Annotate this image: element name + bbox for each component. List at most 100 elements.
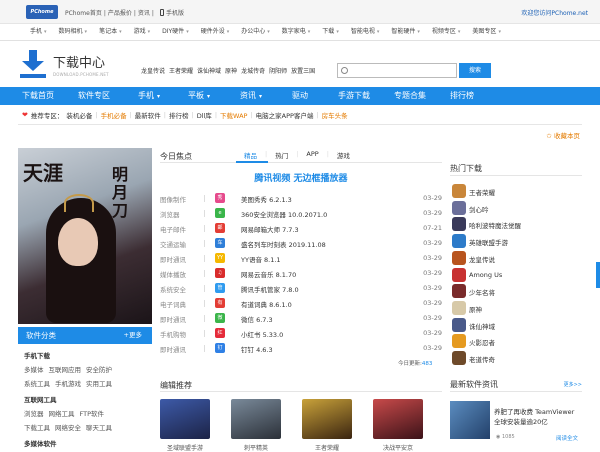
hot-download-item[interactable]: 哈利波特魔法觉醒 — [452, 216, 582, 233]
hot-download-name[interactable]: 龙皇传说 — [469, 254, 495, 264]
category-link[interactable]: 聊天工具 — [86, 424, 112, 432]
hot-keyword[interactable]: 诛仙神域 — [197, 68, 221, 75]
game-thumbnail[interactable] — [373, 399, 423, 439]
search-input[interactable] — [351, 65, 455, 76]
hot-download-name[interactable]: 王者荣耀 — [469, 187, 495, 197]
list-item-name[interactable]: 美图秀秀 6.2.1.3 — [241, 194, 292, 204]
category-item[interactable]: 下载 ▾ — [316, 24, 345, 40]
list-item-name[interactable]: 小红书 5.33.0 — [241, 329, 283, 339]
list-item-category[interactable]: 即时通讯 — [160, 254, 186, 264]
focus-headline[interactable]: 腾讯视频 无边框播放器 — [160, 171, 442, 184]
news-thumbnail[interactable] — [450, 401, 490, 439]
list-item-name[interactable]: 腾讯手机管家 7.8.0 — [241, 284, 299, 294]
category-link[interactable]: 网络安全 — [55, 424, 81, 432]
category-item[interactable]: 办公中心 ▾ — [235, 24, 276, 40]
category-item[interactable]: 游戏 ▾ — [128, 24, 157, 40]
list-item[interactable]: 即时通讯 YY YY语音 8.1.1 03-29 — [160, 251, 442, 265]
list-item-name[interactable]: 有道词典 8.6.1.0 — [241, 299, 292, 309]
main-nav-item[interactable]: 手游下载 — [338, 87, 394, 105]
category-item[interactable]: 硬件外设 ▾ — [195, 24, 236, 40]
main-nav-item[interactable]: 下载首页 — [22, 87, 78, 105]
hot-download-name[interactable]: 英雄联盟手游 — [469, 237, 508, 247]
list-item[interactable]: 即时通讯 微 微信 6.7.3 03-29 — [160, 311, 442, 325]
list-item[interactable]: 系统安全 管 腾讯手机管家 7.8.0 03-29 — [160, 281, 442, 295]
category-link[interactable]: 实用工具 — [86, 380, 112, 388]
list-item[interactable]: 图像制作 秀 美图秀秀 6.2.1.3 03-29 — [160, 191, 442, 205]
category-group-title[interactable]: 手机下载 — [24, 350, 152, 360]
category-group-title[interactable]: 互联网工具 — [24, 394, 152, 404]
tab[interactable]: APP — [298, 150, 326, 160]
list-item-category[interactable]: 电子邮件 — [160, 224, 186, 234]
list-item[interactable]: 电子邮件 邮 网易邮箱大师 7.7.3 07-21 — [160, 221, 442, 235]
side-float-tab[interactable] — [596, 262, 600, 288]
recommend-item[interactable]: 房车头条 — [322, 110, 348, 120]
game-thumbnail[interactable] — [302, 399, 352, 439]
hot-download-item[interactable]: 龙皇传说 — [452, 250, 582, 267]
list-item[interactable]: 媒体播放 ♫ 网易云音乐 8.1.70 03-29 — [160, 266, 442, 280]
hot-keyword[interactable]: 龙皇传说 — [141, 68, 165, 75]
list-item[interactable]: 电子词典 有 有道词典 8.6.1.0 03-29 — [160, 296, 442, 310]
game-name[interactable]: 刺平精英 — [231, 443, 281, 452]
search-button[interactable]: 搜索 — [459, 63, 491, 78]
category-item[interactable]: 智能电视 ▾ — [345, 24, 386, 40]
hot-download-item[interactable]: 王者荣耀 — [452, 183, 582, 200]
recommend-item[interactable]: Dll库 — [197, 110, 212, 120]
top-link[interactable]: 产品报价 — [108, 10, 132, 17]
news-headline[interactable]: 养肥了再收费 TeamViewer全球安装量逾20亿 — [494, 407, 580, 427]
hot-download-item[interactable]: Among Us — [452, 267, 582, 284]
list-item-category[interactable]: 即时通讯 — [160, 314, 186, 324]
tab[interactable]: 热门 — [267, 150, 296, 160]
hot-download-name[interactable]: 少年名将 — [469, 287, 495, 297]
hot-download-name[interactable]: 老道传奇 — [469, 354, 495, 364]
list-item-name[interactable]: 微信 6.7.3 — [241, 314, 273, 324]
list-item-name[interactable]: 盛名列车时刻表 2019.11.08 — [241, 239, 326, 249]
game-thumbnail[interactable] — [231, 399, 281, 439]
hot-download-name[interactable]: 剑心吟 — [469, 204, 489, 214]
top-link[interactable]: 资讯 — [138, 10, 150, 17]
list-item-category[interactable]: 即时通讯 — [160, 344, 186, 354]
category-link[interactable]: FTP软件 — [80, 410, 105, 418]
hero-banner[interactable]: 天涯 明月刀 — [18, 148, 152, 324]
recommend-item[interactable]: 排行榜 — [169, 110, 189, 120]
main-nav-item[interactable]: 排行榜 — [450, 87, 494, 105]
hot-keyword[interactable]: 王者荣耀 — [169, 68, 193, 75]
list-item[interactable]: 浏览器 e 360安全浏览器 10.0.2071.0 03-29 — [160, 206, 442, 220]
hot-keyword[interactable]: 放置三国 — [291, 68, 315, 75]
list-item-category[interactable]: 电子词典 — [160, 299, 186, 309]
list-item-name[interactable]: 钉钉 4.6.3 — [241, 344, 273, 354]
main-nav-item[interactable]: 软件专区 — [78, 87, 138, 105]
main-nav-item[interactable]: 手机 ▾ — [138, 87, 188, 105]
list-item[interactable]: 手机购物 红 小红书 5.33.0 03-29 — [160, 326, 442, 340]
hot-keyword[interactable]: 原神 — [225, 68, 237, 75]
recommend-item[interactable]: 最新软件 — [135, 110, 161, 120]
recommend-item[interactable]: 下载WAP — [220, 110, 247, 120]
category-item[interactable]: 手机 ▾ — [24, 24, 53, 40]
list-item[interactable]: 即时通讯 钉 钉钉 4.6.3 03-29 — [160, 341, 442, 355]
recommend-item[interactable]: 电脑之家APP客户端 — [256, 110, 314, 120]
news-read-more[interactable]: 阅读全文 — [556, 434, 578, 442]
game-thumbnail[interactable] — [160, 399, 210, 439]
list-item-category[interactable]: 系统安全 — [160, 284, 186, 294]
recommend-item[interactable]: 手机必备 — [101, 110, 127, 120]
main-nav-item[interactable]: 驱动 — [292, 87, 338, 105]
hot-download-item[interactable]: 英雄联盟手游 — [452, 233, 582, 250]
category-item[interactable]: 数字家电 ▾ — [276, 24, 317, 40]
hot-download-item[interactable]: 原神 — [452, 300, 582, 317]
category-link[interactable]: 多媒体 — [24, 366, 44, 374]
category-link[interactable]: 浏览器 — [24, 410, 44, 418]
list-item-category[interactable]: 浏览器 — [160, 209, 180, 219]
recommend-item[interactable]: 装机必备 — [66, 110, 92, 120]
game-name[interactable]: 圣域联盟手游 — [160, 443, 210, 452]
hot-download-name[interactable]: 原神 — [469, 304, 482, 314]
category-item[interactable]: 数码相机 ▾ — [53, 24, 94, 40]
category-link[interactable]: 下载工具 — [24, 424, 50, 432]
hot-download-name[interactable]: Among Us — [469, 271, 502, 279]
main-nav-item[interactable]: 平板 ▾ — [188, 87, 240, 105]
list-item-category[interactable]: 图像制作 — [160, 194, 186, 204]
list-item-name[interactable]: 网易云音乐 8.1.70 — [241, 269, 296, 279]
category-item[interactable]: 笔记本 ▾ — [93, 24, 128, 40]
game-name[interactable]: 王者荣耀 — [302, 443, 352, 452]
list-item-name[interactable]: 360安全浏览器 10.0.2071.0 — [241, 209, 327, 219]
hot-keyword[interactable]: 阴阳师 — [269, 68, 287, 75]
category-item[interactable]: 美图专区 ▾ — [466, 24, 507, 40]
